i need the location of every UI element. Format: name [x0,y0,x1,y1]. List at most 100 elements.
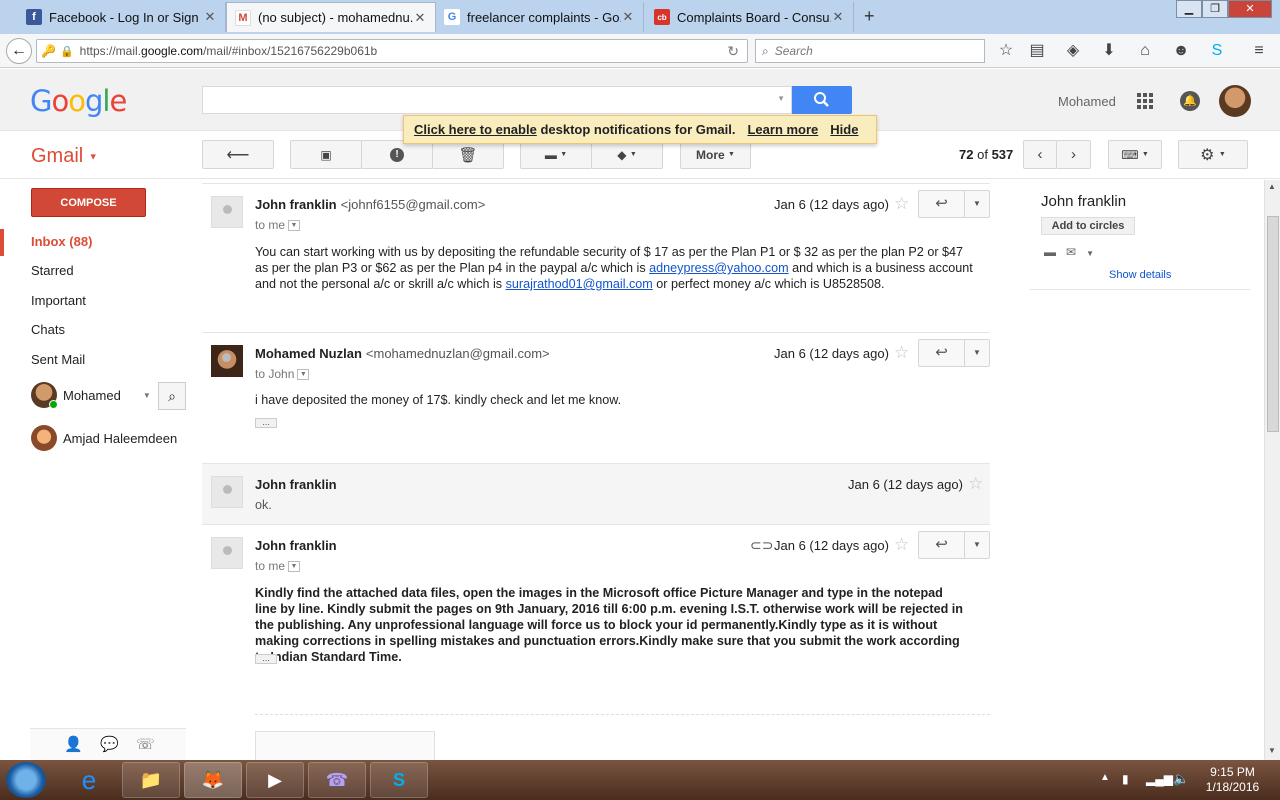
move-to-button[interactable]: ▬ ▼ [520,140,592,169]
message-item-collapsed[interactable]: John franklin Jan 6 (12 days ago) ☆ ok. [202,464,990,525]
recipients[interactable]: to me ▼ [255,559,301,573]
viber-icon[interactable]: ☎ [308,762,366,798]
skrill-email-link[interactable]: surajrathod01@gmail.com [506,277,653,291]
add-to-circles-button[interactable]: Add to circles [1041,217,1135,235]
star-icon[interactable]: ☆ [894,343,909,363]
close-window-icon[interactable]: ✕ [1228,0,1272,18]
new-tab-button[interactable]: + [864,6,875,27]
mail-search-input[interactable]: ▼ [202,86,792,114]
maximize-icon[interactable]: ❐ [1202,0,1228,18]
menu-icon[interactable]: ≡ [1249,42,1269,60]
google-logo[interactable]: Google [30,84,127,118]
skype-icon[interactable]: S [1207,42,1227,60]
url-bar[interactable]: 🔑 🔒 https://mail.google.com/mail/#inbox/… [36,39,748,63]
start-button[interactable] [6,762,46,798]
show-hidden-icons[interactable]: ▲ [1100,772,1110,783]
tab-facebook[interactable]: f Facebook - Log In or Sign ... ✕ [18,2,226,32]
reply-icon[interactable]: ↩ [919,532,965,558]
compose-button[interactable]: COMPOSE [31,188,146,217]
settings-button[interactable]: ⚙ ▼ [1178,140,1248,169]
mail-icon[interactable]: ✉ [1066,245,1076,259]
back-icon[interactable]: ← [6,38,32,64]
apps-grid-icon[interactable] [1137,93,1153,109]
reply-button-group[interactable]: ↩ ▼ [918,339,990,367]
input-tools-button[interactable]: ⌨ ▼ [1108,140,1162,169]
chevron-down-icon[interactable]: ▼ [143,391,151,400]
sender-name[interactable]: John franklin [255,538,337,553]
user-name[interactable]: Mohamed [1058,94,1116,109]
sidebar-item-sent-mail[interactable]: Sent Mail [31,352,85,367]
close-tab-icon[interactable]: ✕ [413,10,427,26]
taskbar-clock[interactable]: 9:15 PM 1/18/2016 [1195,765,1270,795]
paypal-email-link[interactable]: adneypress@yahoo.com [649,261,789,275]
phone-icon[interactable]: ☏ [136,735,155,753]
star-icon[interactable]: ☆ [894,194,909,214]
home-icon[interactable]: ⌂ [1135,42,1155,60]
volume-icon[interactable]: 🔈 [1173,771,1189,787]
tab-complaints-board[interactable]: cb Complaints Board - Consu... ✕ [646,2,854,32]
reply-icon[interactable]: ↩ [919,340,965,366]
sidebar-item-chats[interactable]: Chats [31,322,65,337]
more-options-icon[interactable]: ▼ [965,340,989,366]
search-button[interactable] [792,86,852,114]
hide-link[interactable]: Hide [830,122,858,137]
network-icon[interactable]: ▂▄▆ [1146,772,1173,786]
sidebar-item-important[interactable]: Important [31,293,86,308]
tray-power-icon[interactable]: ▮ [1122,772,1129,786]
search-options-icon[interactable]: ▼ [777,94,785,103]
newer-button[interactable]: ‹ [1023,140,1057,169]
scrollbar-thumb[interactable] [1267,216,1279,432]
hangouts-icon[interactable]: 💬 [100,735,119,753]
downloads-icon[interactable]: ⬇ [1099,42,1119,60]
labels-button[interactable]: ◆ ▼ [591,140,663,169]
page-scrollbar[interactable]: ▲ ▼ [1264,180,1280,760]
sidebar-item-starred[interactable]: Starred [31,263,74,278]
sender-name[interactable]: Mohamed Nuzlan <mohamednuzlan@gmail.com> [255,346,550,361]
notifications-bell-icon[interactable]: 🔔 [1180,91,1200,111]
hello-icon[interactable]: ☻ [1171,42,1191,60]
recipients[interactable]: to me ▼ [255,218,301,232]
close-tab-icon[interactable]: ✕ [203,9,217,25]
recipients[interactable]: to John ▼ [255,367,310,381]
close-tab-icon[interactable]: ✕ [831,9,845,25]
report-spam-button[interactable]: ! [361,140,433,169]
chevron-down-icon[interactable]: ▼ [1086,249,1094,258]
file-explorer-icon[interactable]: 📁 [122,762,180,798]
scroll-up-icon[interactable]: ▲ [1268,182,1276,191]
skype-taskbar-icon[interactable]: S [370,762,428,798]
reply-button-group[interactable]: ↩ ▼ [918,190,990,218]
reload-icon[interactable]: ↻ [727,43,739,60]
star-icon[interactable]: ☆ [894,535,909,555]
bookmarks-list-icon[interactable]: ▤ [1027,42,1047,60]
scroll-down-icon[interactable]: ▼ [1268,746,1276,755]
enable-notifications-link[interactable]: Click here to enable [414,122,537,137]
more-button[interactable]: More ▼ [680,140,751,169]
contact-item[interactable]: Amjad Haleemdeen [31,425,177,451]
sender-name[interactable]: John franklin <johnf6155@gmail.com> [255,197,485,212]
contact-panel-name[interactable]: John franklin [1041,193,1126,210]
pocket-icon[interactable]: ◈ [1063,42,1083,60]
star-icon[interactable]: ☆ [968,474,983,494]
tab-google-search[interactable]: G freelancer complaints - Go... ✕ [436,2,644,32]
more-options-icon[interactable]: ▼ [965,191,989,217]
bookmark-star-icon[interactable]: ☆ [996,42,1016,60]
tab-gmail[interactable]: M (no subject) - mohamednu... ✕ [226,2,436,32]
show-details-link[interactable]: Show details [1109,269,1171,281]
older-button[interactable]: › [1056,140,1091,169]
browser-search-field[interactable]: ⌕ Search [755,39,985,63]
delete-button[interactable]: 🗑 [432,140,504,169]
message-icon[interactable]: ▬ [1044,245,1056,259]
back-to-inbox-button[interactable]: ⟵ [202,140,274,169]
learn-more-link[interactable]: Learn more [747,122,818,137]
show-trimmed-content-button[interactable]: ... [255,418,277,428]
site-info-icon[interactable]: 🔑 [41,44,56,58]
search-people-button[interactable]: ⌕ [158,382,186,410]
user-avatar[interactable] [1219,85,1251,117]
firefox-icon[interactable]: 🦊 [184,762,242,798]
reply-icon[interactable]: ↩ [919,191,965,217]
gmail-menu[interactable]: Gmail ▼ [31,145,98,168]
chat-self-status[interactable]: Mohamed ▼ [31,382,151,409]
archive-button[interactable]: ▣ [290,140,362,169]
show-trimmed-content-button[interactable]: ... [255,654,277,664]
media-player-icon[interactable]: ▶ [246,762,304,798]
